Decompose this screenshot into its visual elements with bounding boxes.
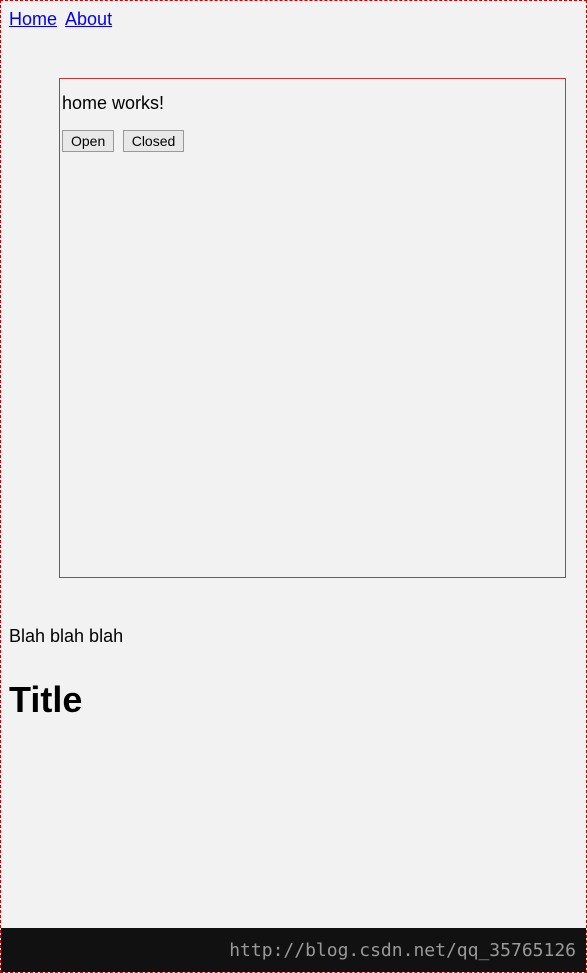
nav-about-link[interactable]: About [65,9,112,29]
home-works-text: home works! [60,93,565,114]
footer-text: Blah blah blah [1,618,586,655]
navigation: Home About [1,1,586,38]
router-outlet-box: home works! Open Closed [59,78,566,578]
page-title: Title [1,671,586,729]
watermark: http://blog.csdn.net/qq_35765126 [1,928,586,972]
button-group: Open Closed [60,130,565,152]
nav-home-link[interactable]: Home [9,9,57,29]
closed-button[interactable]: Closed [123,130,185,152]
open-button[interactable]: Open [62,130,114,152]
